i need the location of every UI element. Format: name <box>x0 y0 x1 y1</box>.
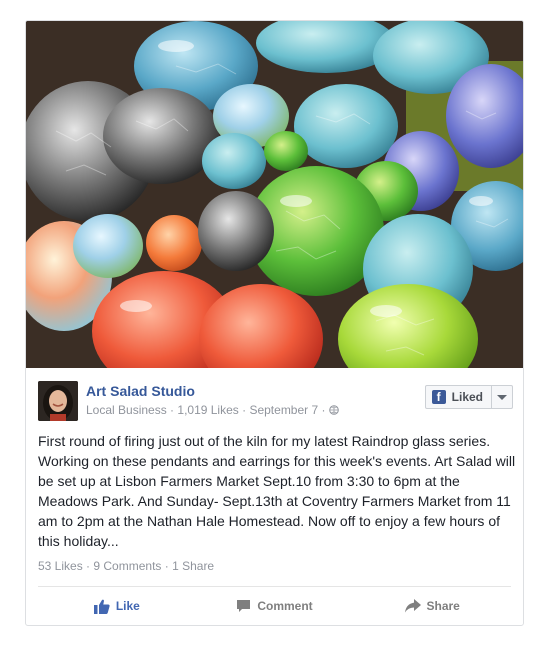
liked-button-label: Liked <box>451 390 483 404</box>
likes-count-link[interactable]: 53 Likes <box>38 559 83 573</box>
post-text: First round of firing just out of the ki… <box>38 433 516 549</box>
page-name-link[interactable]: Art Salad Studio <box>86 383 195 399</box>
liked-button[interactable]: f Liked <box>424 385 513 409</box>
comment-button-label: Comment <box>257 599 313 613</box>
glass-cabochons-image <box>26 21 523 368</box>
chevron-down-icon <box>497 394 507 400</box>
post-date-link[interactable]: September 7 <box>249 403 318 417</box>
share-button-label: Share <box>426 599 460 613</box>
post-card: Art Salad Studio Local Business · 1,019 … <box>25 20 524 626</box>
page-likes-count: 1,019 Likes <box>177 403 239 417</box>
page-avatar[interactable] <box>38 381 78 421</box>
post-actions: Like Comment Share <box>38 589 511 623</box>
actions-divider <box>38 586 511 587</box>
shares-count-link[interactable]: 1 Share <box>172 559 214 573</box>
share-arrow-icon <box>404 599 421 613</box>
profile-photo-icon <box>38 381 78 421</box>
facebook-icon: f <box>431 390 446 404</box>
thumbs-up-icon <box>93 599 110 614</box>
like-button[interactable]: Like <box>38 589 196 623</box>
page-category: Local Business <box>86 403 167 417</box>
comment-icon <box>237 600 251 612</box>
liked-dropdown-caret[interactable] <box>492 386 512 408</box>
share-button[interactable]: Share <box>353 589 511 623</box>
comments-count-link[interactable]: 9 Comments <box>93 559 161 573</box>
comment-button[interactable]: Comment <box>196 589 354 623</box>
globe-icon[interactable] <box>328 405 339 415</box>
post-header: Art Salad Studio Local Business · 1,019 … <box>38 381 513 421</box>
post-meta: Local Business · 1,019 Likes · September… <box>86 403 339 417</box>
like-button-label: Like <box>115 599 140 613</box>
post-stats: 53 Likes · 9 Comments · 1 Share <box>38 559 215 573</box>
post-photo[interactable] <box>26 21 523 368</box>
liked-button-main[interactable]: f Liked <box>426 386 492 408</box>
